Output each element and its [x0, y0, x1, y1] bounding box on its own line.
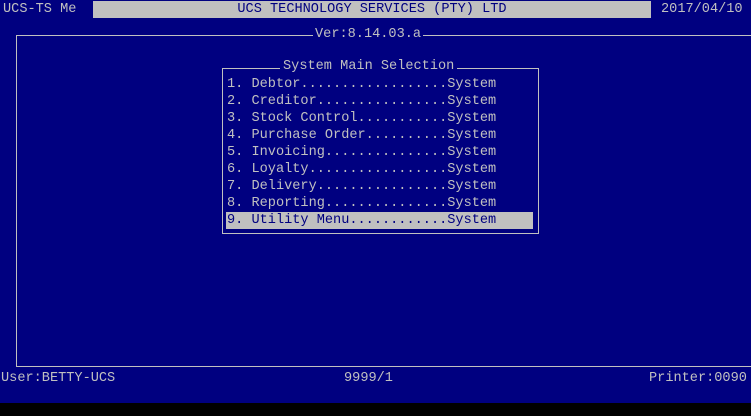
menu-item-loyalty[interactable]: 6. Loyalty.................System — [226, 161, 533, 178]
status-user: User:BETTY-UCS — [1, 371, 116, 386]
menu-item-invoicing[interactable]: 5. Invoicing...............System — [226, 144, 533, 161]
menu-item-debtor[interactable]: 1. Debtor..................System — [226, 76, 533, 93]
company-title-bar: UCS TECHNOLOGY SERVICES (PTY) LTD — [93, 1, 651, 18]
text-cursor — [227, 227, 235, 229]
menu-title: System Main Selection — [280, 58, 458, 75]
menu-item-reporting[interactable]: 8. Reporting...............System — [226, 195, 533, 212]
version-label: Ver:8.14.03.a — [313, 26, 424, 43]
menu-item-stock-control[interactable]: 3. Stock Control...........System — [226, 110, 533, 127]
status-terminal: 9999/1 — [344, 371, 393, 386]
status-printer: Printer:0090 — [649, 371, 747, 386]
app-short-name: UCS-TS Me — [3, 2, 77, 17]
date-display: 2017/04/10 — [661, 2, 743, 17]
menu-item-delivery[interactable]: 7. Delivery................System — [226, 178, 533, 195]
menu-item-creditor[interactable]: 2. Creditor................System — [226, 93, 533, 110]
menu-item-utility-menu[interactable]: 9. Utility Menu............System — [226, 212, 533, 229]
terminal-screen: UCS-TS Me UCS TECHNOLOGY SERVICES (PTY) … — [0, 0, 751, 403]
menu-list: 1. Debtor..................System 2. Cre… — [226, 76, 533, 229]
menu-item-purchase-order[interactable]: 4. Purchase Order..........System — [226, 127, 533, 144]
